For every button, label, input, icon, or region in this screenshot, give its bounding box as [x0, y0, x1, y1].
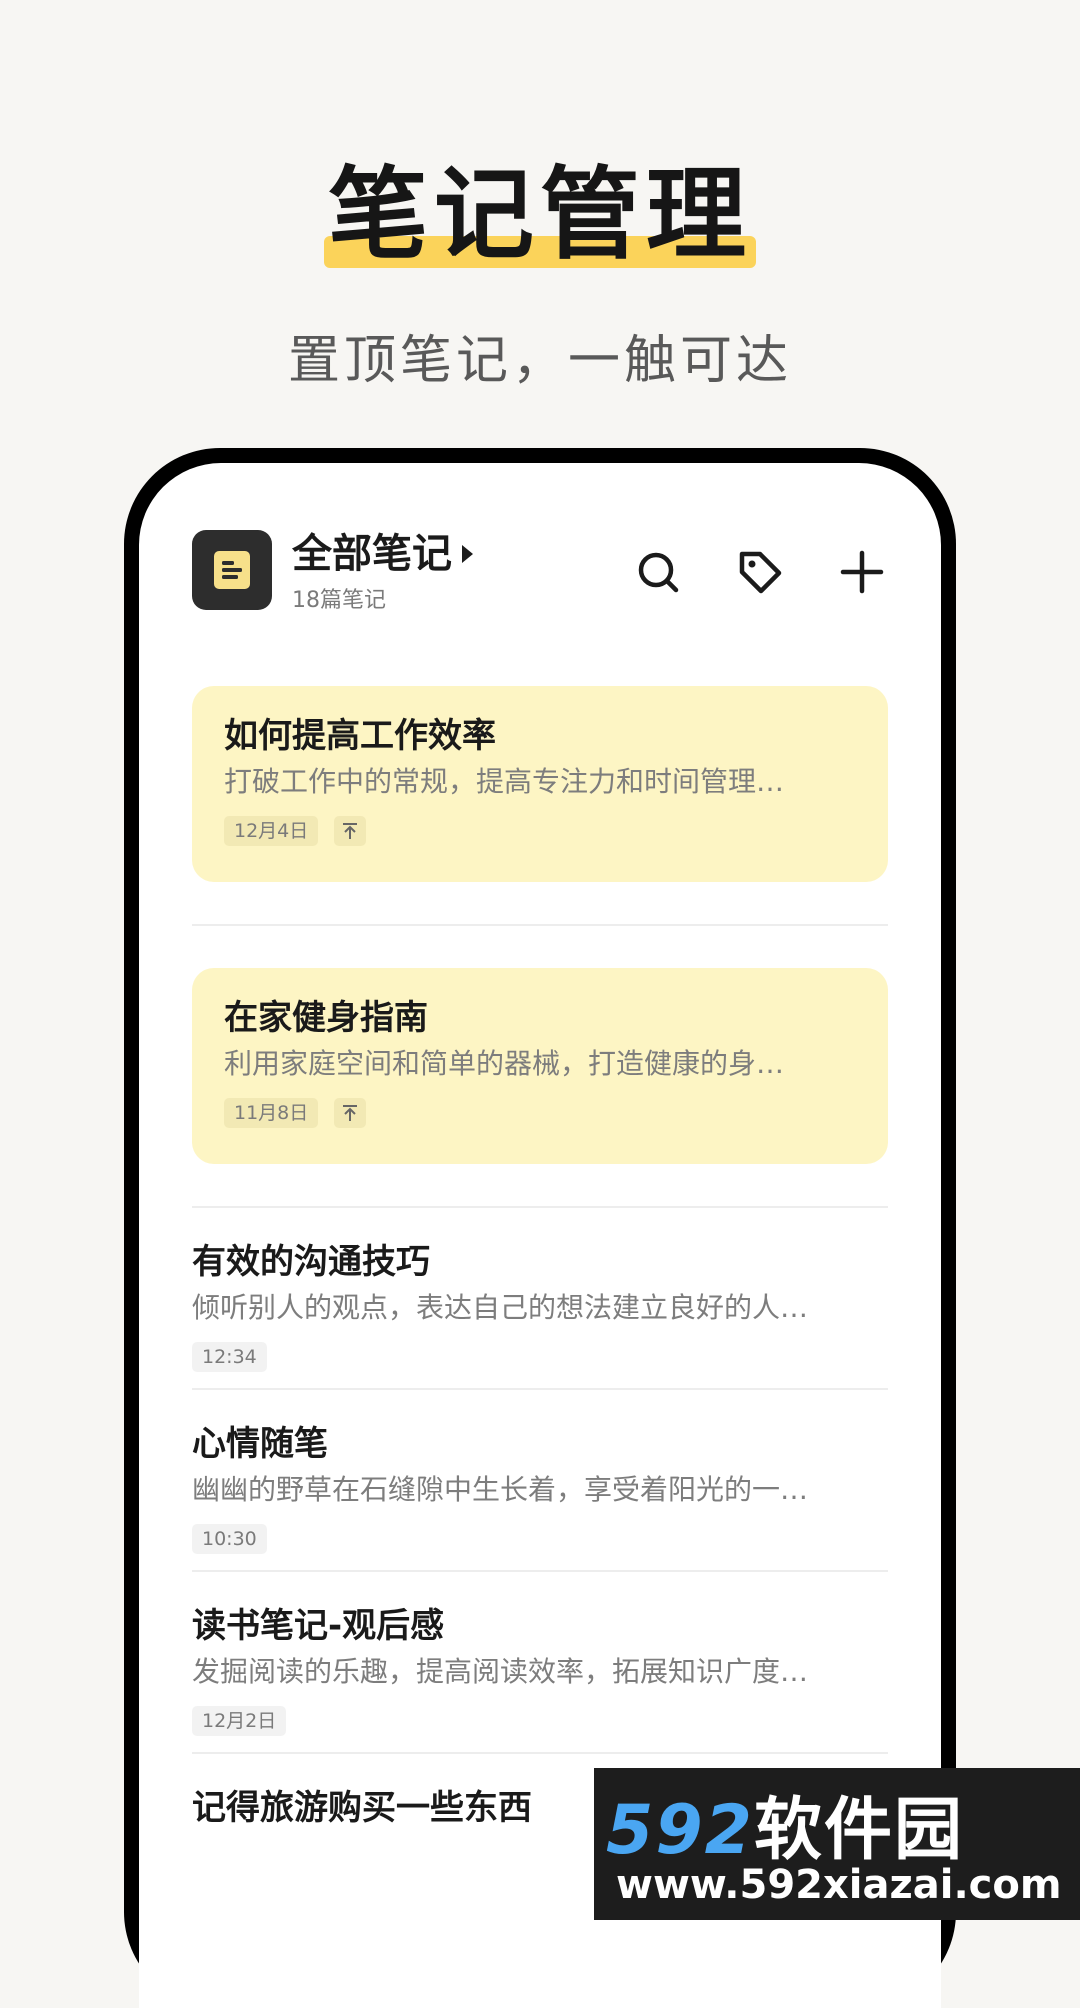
app-header: 全部笔记 18篇笔记: [192, 530, 888, 613]
folder-title: 全部笔记: [292, 531, 452, 577]
search-button[interactable]: [632, 546, 684, 598]
note-list: 如何提高工作效率 打破工作中的常规，提高专注力和时间管理… 12月4日 在家健身…: [192, 686, 888, 1934]
plus-icon: [840, 550, 884, 594]
note-title: 心情随笔: [192, 1424, 328, 1464]
list-item[interactable]: 有效的沟通技巧 倾听别人的观点，表达自己的想法建立良好的人… 12:34: [192, 1208, 888, 1388]
date-badge: 11月8日: [224, 1098, 319, 1128]
tag-icon: [739, 551, 782, 594]
watermark-brand-cn: 软件园: [753, 1791, 964, 1870]
date-badge: 12月4日: [224, 816, 319, 846]
search-icon: [638, 552, 679, 593]
pin-icon: [334, 816, 367, 846]
date-badge: 12月2日: [192, 1706, 287, 1736]
promo-title-text: 笔记管理: [328, 156, 752, 273]
folder-selector[interactable]: 全部笔记: [292, 532, 473, 576]
list-item[interactable]: 读书笔记-观后感 发掘阅读的乐趣，提高阅读效率，拓展知识广度… 12月2日: [192, 1572, 888, 1752]
notes-logo-icon: [192, 530, 272, 610]
note-title: 读书笔记-观后感: [192, 1606, 445, 1646]
note-meta: 12月4日: [224, 816, 856, 846]
note-meta: 12月2日: [192, 1706, 888, 1736]
note-title: 如何提高工作效率: [224, 716, 496, 756]
note-title: 有效的沟通技巧: [192, 1242, 430, 1282]
watermark-brand-num: 592: [606, 1791, 754, 1870]
date-badge: 10:30: [192, 1524, 267, 1554]
add-note-button[interactable]: [836, 546, 888, 598]
watermark-url: www.592xiazai.com: [616, 1862, 1062, 1908]
caret-right-icon: [462, 545, 473, 563]
promo-title-wrap: 笔记管理: [0, 150, 1080, 280]
note-preview: 打破工作中的常规，提高专注力和时间管理…: [224, 765, 785, 798]
promo-subtitle: 置顶笔记，一触可达: [287, 331, 792, 391]
note-preview: 幽幽的野草在石缝隙中生长着，享受着阳光的一…: [192, 1473, 809, 1506]
header-actions: [582, 546, 888, 596]
list-item[interactable]: 心情随笔 幽幽的野草在石缝隙中生长着，享受着阳光的一… 10:30: [192, 1390, 888, 1570]
watermark: 592软件园 www.592xiazai.com: [594, 1768, 1080, 1920]
list-divider: [192, 924, 888, 926]
note-preview: 利用家庭空间和简单的器械，打造健康的身…: [224, 1047, 785, 1080]
note-preview: 倾听别人的观点，表达自己的想法建立良好的人…: [192, 1291, 809, 1324]
note-card-pinned[interactable]: 如何提高工作效率 打破工作中的常规，提高专注力和时间管理… 12月4日: [192, 686, 888, 882]
note-preview: 发掘阅读的乐趣，提高阅读效率，拓展知识广度…: [192, 1655, 809, 1688]
note-meta: 10:30: [192, 1524, 888, 1554]
note-meta: 12:34: [192, 1342, 888, 1372]
note-card-pinned[interactable]: 在家健身指南 利用家庭空间和简单的器械，打造健康的身… 11月8日: [192, 968, 888, 1164]
date-badge: 12:34: [192, 1342, 267, 1372]
promo-title: 笔记管理: [324, 150, 756, 280]
note-title: 在家健身指南: [224, 998, 428, 1038]
pin-icon: [334, 1098, 367, 1128]
note-count: 18篇笔记: [292, 588, 386, 613]
watermark-brand: 592软件园: [606, 1774, 964, 1873]
note-meta: 11月8日: [224, 1098, 856, 1128]
tag-button[interactable]: [734, 546, 786, 598]
